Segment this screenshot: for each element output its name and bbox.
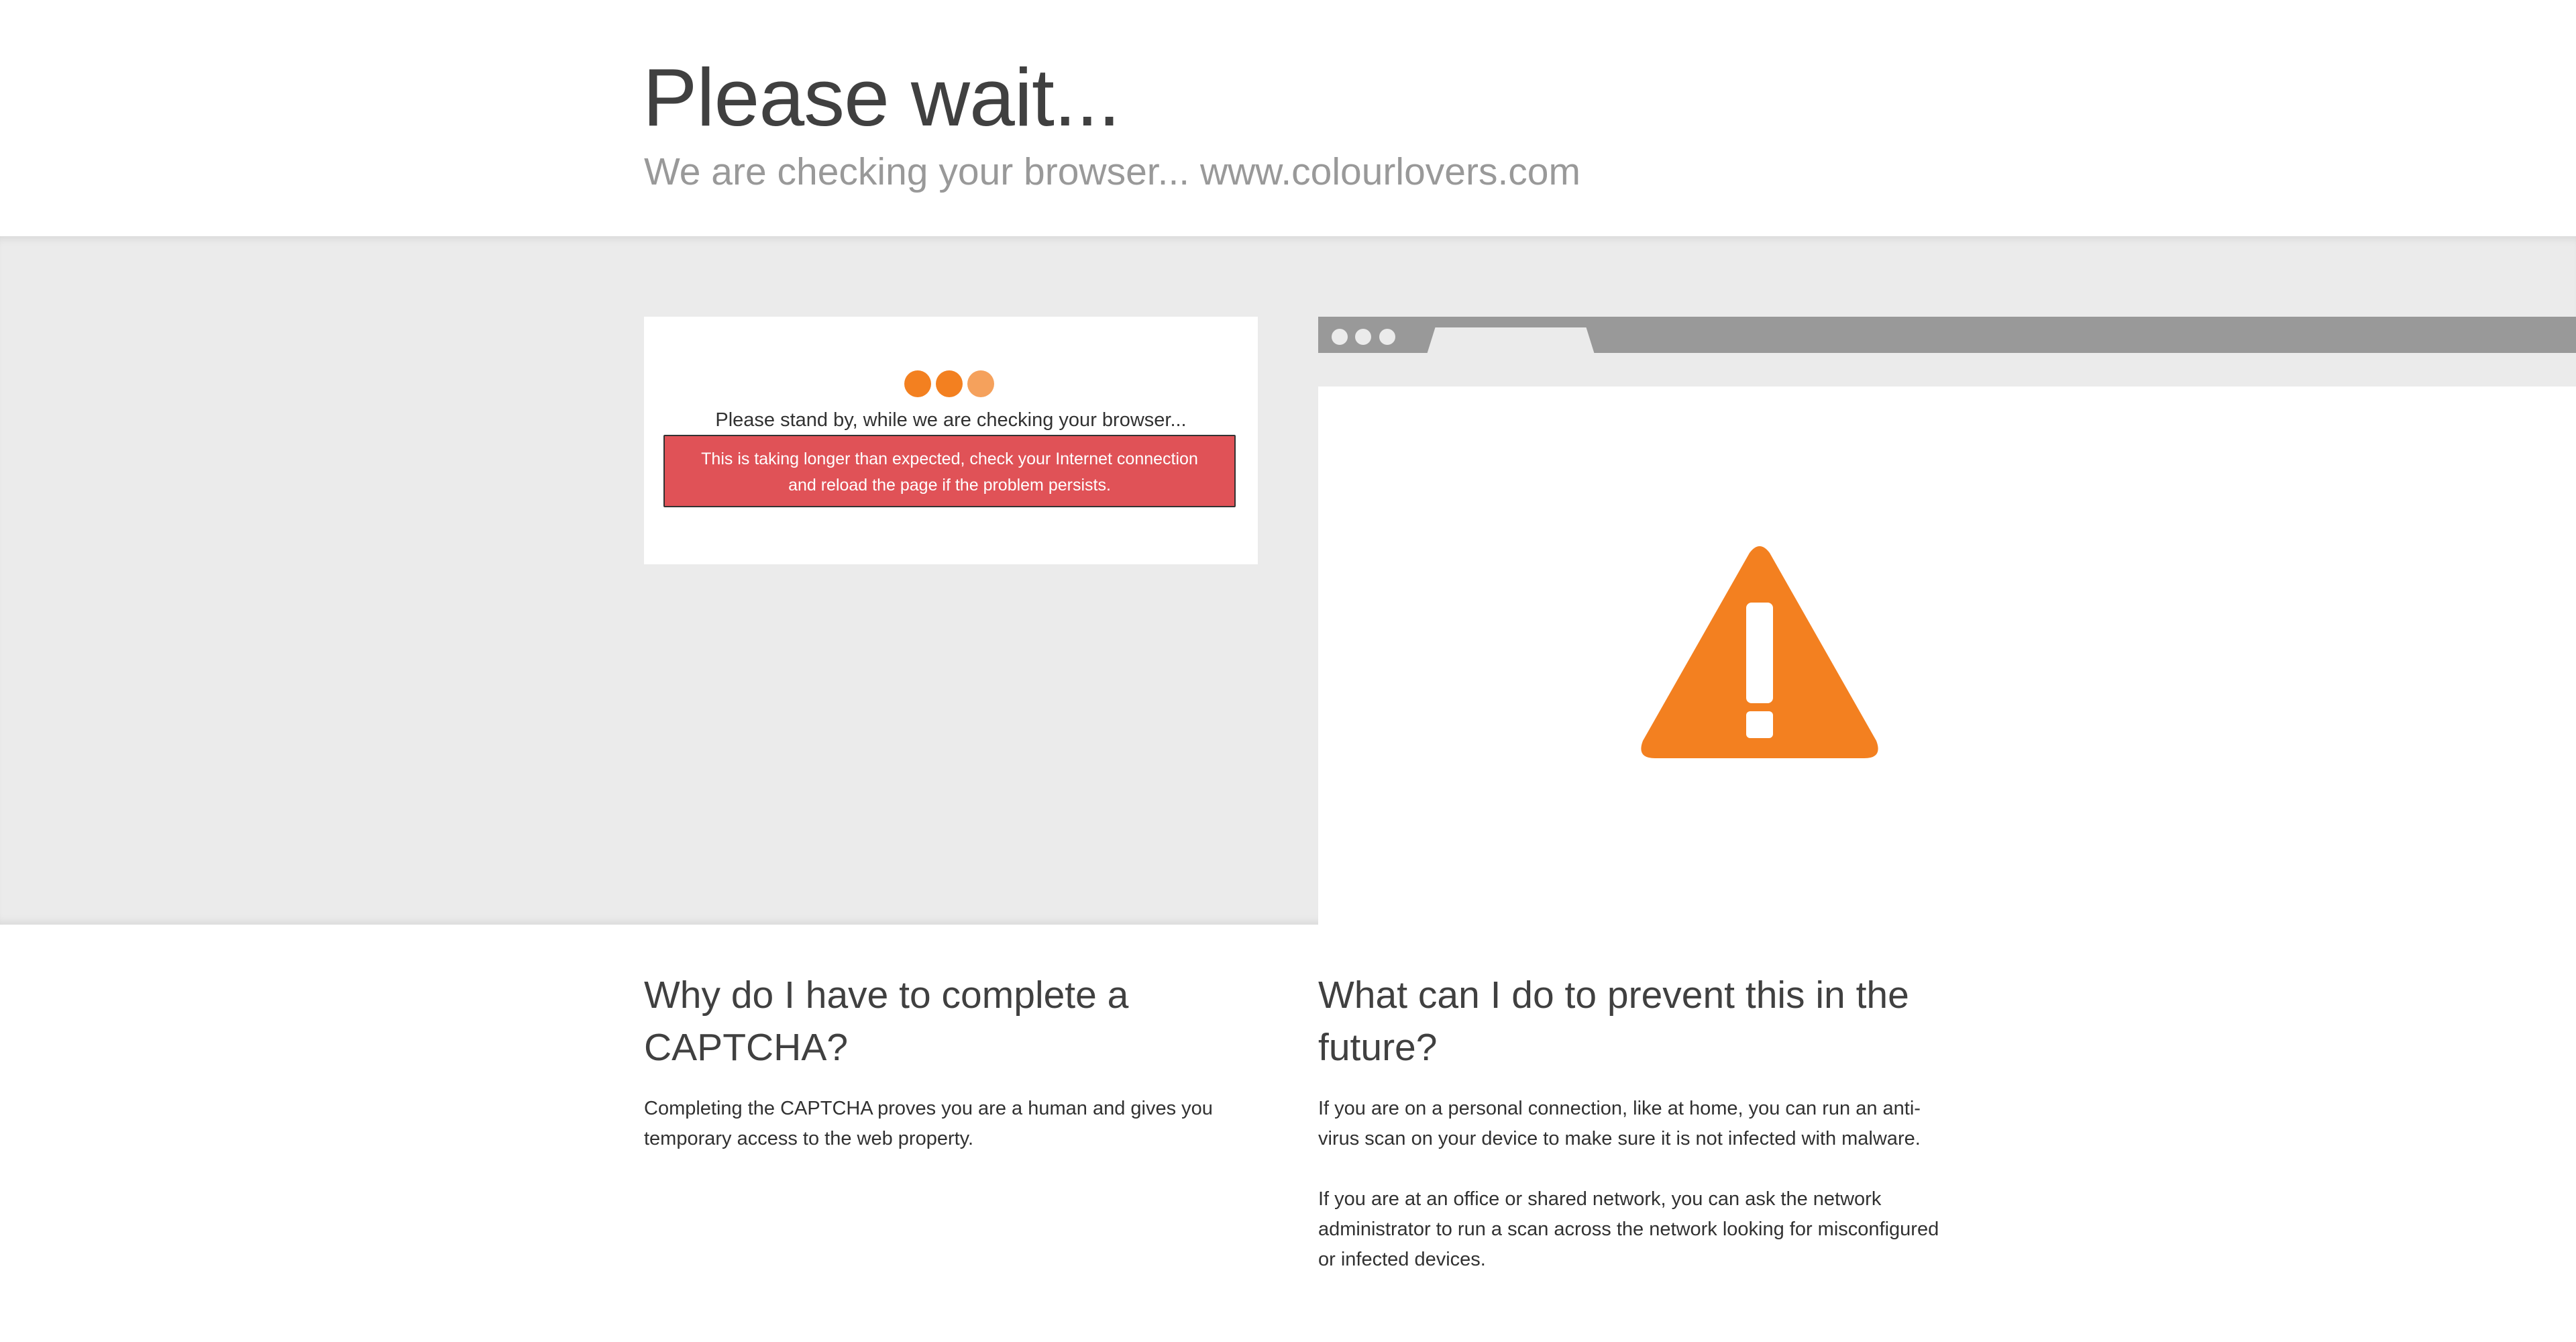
error-banner: This is taking longer than expected, che…	[663, 435, 1236, 507]
page-subtitle: We are checking your browser... www.colo…	[644, 150, 1580, 193]
standby-message: Please stand by, while we are checking y…	[715, 409, 1187, 431]
loading-dot	[936, 370, 963, 397]
browser-illustration	[1318, 317, 2576, 925]
window-dot-icon	[1332, 329, 1348, 345]
browser-titlebar	[1318, 317, 2576, 354]
prevent-paragraph-personal: If you are on a personal connection, lik…	[1318, 1098, 1921, 1149]
page-title: Please wait...	[643, 52, 1121, 143]
warning-icon	[1641, 546, 1878, 758]
prevent-heading: What can I do to prevent this in the fut…	[1318, 974, 1909, 1069]
window-dot-icon	[1379, 329, 1395, 345]
browser-toolbar	[1318, 353, 2576, 386]
prevent-paragraph-office: If you are at an office or shared networ…	[1318, 1188, 1939, 1270]
why-captcha-section: Why do I have to complete a CAPTCHA? Com…	[644, 969, 1261, 1154]
loading-dot	[967, 370, 994, 397]
prevent-section: What can I do to prevent this in the fut…	[1318, 969, 1955, 1275]
browser-viewport	[1318, 386, 2576, 925]
loading-dot	[904, 370, 931, 397]
why-captcha-heading: Why do I have to complete a CAPTCHA?	[644, 974, 1129, 1069]
window-dot-icon	[1355, 329, 1371, 345]
why-captcha-text: Completing the CAPTCHA proves you are a …	[644, 1098, 1213, 1149]
loading-dots	[904, 370, 998, 399]
browser-tab	[1427, 327, 1595, 354]
page-header: Please wait... We are checking your brow…	[0, 0, 2576, 236]
status-card: Please stand by, while we are checking y…	[644, 317, 1258, 564]
